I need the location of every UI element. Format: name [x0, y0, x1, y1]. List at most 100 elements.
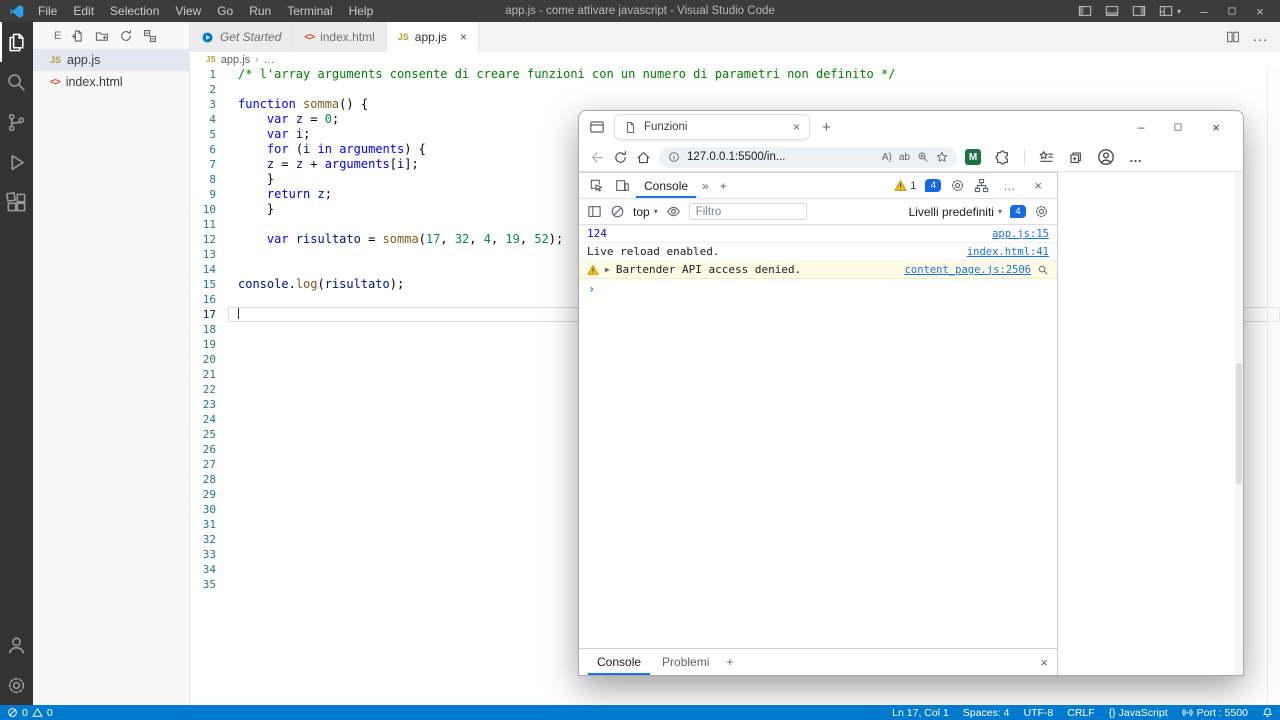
file-item-index.html[interactable]: <>index.html — [33, 71, 189, 93]
toggle-panel-icon[interactable] — [1105, 4, 1119, 18]
tab-index.html[interactable]: <>index.html — [293, 22, 386, 52]
search-icon[interactable] — [0, 62, 33, 102]
account-icon[interactable] — [0, 625, 33, 665]
context-selector[interactable]: top▾ — [633, 205, 658, 219]
collapse-folders-icon[interactable] — [143, 29, 157, 43]
console-prompt[interactable]: › — [579, 279, 1057, 299]
tab-app.js[interactable]: JSapp.js× — [387, 22, 479, 52]
drawer-tab-console[interactable]: Console — [588, 649, 650, 675]
new-tab-icon[interactable]: + — [819, 119, 834, 136]
menu-go[interactable]: Go — [209, 0, 241, 22]
edge-maximize-button[interactable] — [1173, 122, 1183, 132]
problems-status[interactable]: 0 0 — [0, 707, 53, 719]
refresh-explorer-icon[interactable] — [119, 29, 133, 43]
editor-scrollbar[interactable] — [1267, 67, 1280, 705]
breadcrumb[interactable]: JS app.js › … — [190, 52, 1280, 67]
minimize-button[interactable]: – — [1194, 4, 1214, 19]
code-text[interactable] — [228, 82, 1280, 97]
favorite-star-icon[interactable] — [936, 151, 948, 163]
device-toolbar-icon[interactable] — [615, 178, 630, 193]
more-tabs-icon[interactable]: » — [697, 179, 714, 193]
console-source-link[interactable]: app.js:15 — [992, 228, 1049, 240]
dock-hierarchy-icon[interactable] — [974, 178, 989, 193]
extensions-icon[interactable] — [0, 182, 33, 222]
customize-layout-icon[interactable] — [1159, 4, 1173, 18]
site-info-icon[interactable] — [668, 151, 680, 163]
filter-input[interactable] — [689, 203, 807, 220]
search-source-icon[interactable] — [1037, 264, 1049, 276]
settings-gear-icon[interactable] — [0, 665, 33, 705]
source-control-icon[interactable] — [0, 102, 33, 142]
menu-help[interactable]: Help — [341, 0, 382, 22]
file-item-app.js[interactable]: JSapp.js — [33, 49, 189, 71]
console-source-link[interactable]: index.html:41 — [967, 246, 1049, 258]
explorer-icon[interactable] — [0, 22, 33, 62]
console-sidebar-icon[interactable] — [587, 204, 602, 219]
tab-actions-icon[interactable] — [589, 119, 605, 135]
page-scrollbar[interactable] — [1235, 172, 1243, 675]
inspect-element-icon[interactable] — [589, 178, 604, 193]
levels-counter[interactable]: 4 — [1010, 205, 1026, 218]
menu-terminal[interactable]: Terminal — [279, 0, 340, 22]
console-settings-icon[interactable] — [1034, 204, 1049, 219]
warning-counter[interactable]: 1 — [894, 179, 916, 192]
status-utf-8[interactable]: UTF-8 — [1017, 707, 1061, 719]
menu-run[interactable]: Run — [241, 0, 279, 22]
menu-selection[interactable]: Selection — [102, 0, 167, 22]
tab-close-icon[interactable]: × — [460, 30, 467, 44]
translate-icon[interactable]: ab — [899, 152, 910, 163]
editor-more-icon[interactable]: … — [1252, 28, 1268, 46]
home-icon[interactable] — [636, 150, 651, 165]
drawer-add-icon[interactable]: + — [721, 655, 738, 669]
back-icon[interactable] — [590, 150, 605, 165]
url-text[interactable]: 127.0.0.1:5500/in... — [687, 151, 875, 163]
add-tab-icon[interactable]: + — [715, 179, 732, 193]
drawer-close-icon[interactable]: × — [1040, 655, 1048, 670]
status-javascript[interactable]: {} JavaScript — [1102, 707, 1175, 719]
breadcrumb-more[interactable]: … — [264, 54, 275, 66]
log-levels-selector[interactable]: Livelli predefiniti▾ — [909, 205, 1002, 219]
browser-tab[interactable]: Funzioni × — [614, 114, 810, 140]
clear-console-icon[interactable] — [610, 204, 625, 219]
drawer-tab-problemi[interactable]: Problemi — [653, 649, 718, 675]
code-text[interactable]: /* l'array arguments consente di creare … — [228, 67, 1280, 82]
tab-close-icon[interactable]: × — [793, 120, 800, 134]
message-counter[interactable]: 4 — [925, 179, 941, 192]
maximize-button[interactable] — [1227, 6, 1237, 16]
devtools-more-icon[interactable]: … — [998, 179, 1020, 193]
breadcrumb-file[interactable]: app.js — [221, 54, 250, 66]
menu-view[interactable]: View — [167, 0, 209, 22]
edge-minimize-button[interactable]: – — [1138, 120, 1145, 134]
console-source-link[interactable]: content_page.js:2506 — [905, 264, 1031, 276]
extensions-puzzle-icon[interactable] — [995, 150, 1010, 165]
refresh-icon[interactable] — [613, 150, 628, 165]
edge-close-button[interactable]: × — [1212, 120, 1220, 135]
menu-edit[interactable]: Edit — [65, 0, 102, 22]
settings-more-icon[interactable]: … — [1129, 150, 1143, 165]
new-folder-icon[interactable] — [95, 29, 109, 43]
status-bell[interactable] — [1255, 707, 1280, 718]
status-crlf[interactable]: CRLF — [1060, 707, 1101, 719]
favorites-bar-icon[interactable] — [1039, 150, 1054, 165]
split-editor-icon[interactable] — [1226, 30, 1240, 44]
read-aloud-icon[interactable]: A) — [882, 152, 892, 163]
devtools-close-icon[interactable]: × — [1029, 178, 1047, 193]
zoom-icon[interactable] — [917, 151, 929, 163]
profile-avatar-icon[interactable] — [1097, 148, 1115, 166]
collections-icon[interactable] — [1068, 150, 1083, 165]
status-port[interactable]: Port : 5500 — [1175, 707, 1255, 719]
menu-file[interactable]: File — [30, 0, 65, 22]
status-spaces[interactable]: Spaces: 4 — [956, 707, 1017, 719]
toggle-secondary-sidebar-icon[interactable] — [1132, 4, 1146, 18]
address-bar[interactable]: 127.0.0.1:5500/in... A) ab — [659, 147, 957, 168]
new-file-icon[interactable] — [71, 29, 85, 43]
devtools-tab-console[interactable]: Console — [636, 173, 696, 198]
devtools-settings-icon[interactable] — [950, 178, 965, 193]
toggle-sidebar-icon[interactable] — [1078, 4, 1092, 18]
tab-get-started[interactable]: Get Started — [190, 22, 293, 52]
close-button[interactable]: × — [1250, 4, 1270, 19]
run-debug-icon[interactable] — [0, 142, 33, 182]
status-ln[interactable]: Ln 17, Col 1 — [885, 707, 956, 719]
m-extension-icon[interactable]: M — [965, 149, 981, 165]
live-expression-eye-icon[interactable] — [666, 204, 681, 219]
